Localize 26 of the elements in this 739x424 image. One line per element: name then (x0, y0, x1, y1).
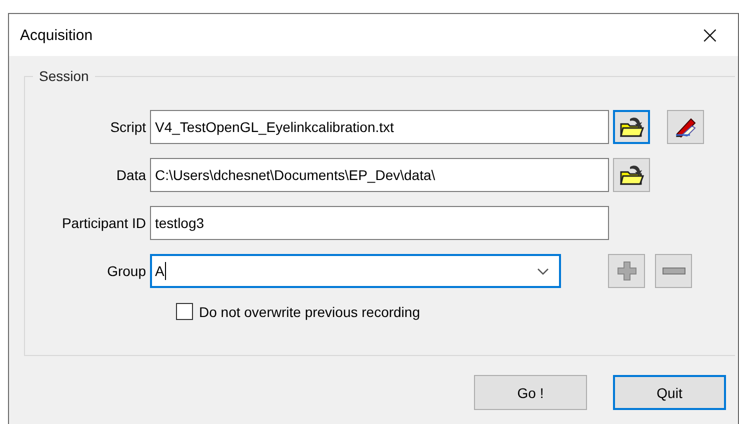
add-button[interactable] (608, 254, 645, 288)
checkbox[interactable] (176, 303, 193, 320)
folder-icon (620, 164, 644, 186)
field-label: Participant ID (60, 215, 147, 231)
combo-box[interactable]: A (150, 254, 561, 288)
close-button[interactable]: × (696, 23, 724, 47)
chevron-down-icon (537, 268, 549, 275)
window-title: Acquisition (20, 26, 93, 44)
field-label: Script (109, 119, 147, 135)
folder-icon (620, 116, 644, 138)
input-field[interactable]: testlog3 (150, 206, 609, 240)
input-field[interactable]: C:\Users\dchesnet\Documents\EP_Dev\data\ (150, 158, 609, 192)
field-label: Group (106, 263, 147, 279)
edit-button[interactable] (667, 110, 704, 144)
input-field[interactable]: V4_TestOpenGL_Eyelinkcalibration.txt (150, 110, 609, 144)
plus-icon (616, 260, 638, 282)
browse-button[interactable] (613, 158, 650, 192)
pencil-icon (674, 116, 698, 138)
minus-icon (662, 267, 686, 275)
quit-button[interactable]: Quit (613, 375, 726, 410)
go-button[interactable]: Go ! (474, 375, 587, 410)
checkbox-label[interactable]: Do not overwrite previous recording (199, 304, 420, 320)
remove-button[interactable] (655, 254, 692, 288)
browse-button[interactable] (613, 110, 650, 144)
group-title: Session (33, 68, 95, 84)
field-label: Data (115, 167, 147, 183)
